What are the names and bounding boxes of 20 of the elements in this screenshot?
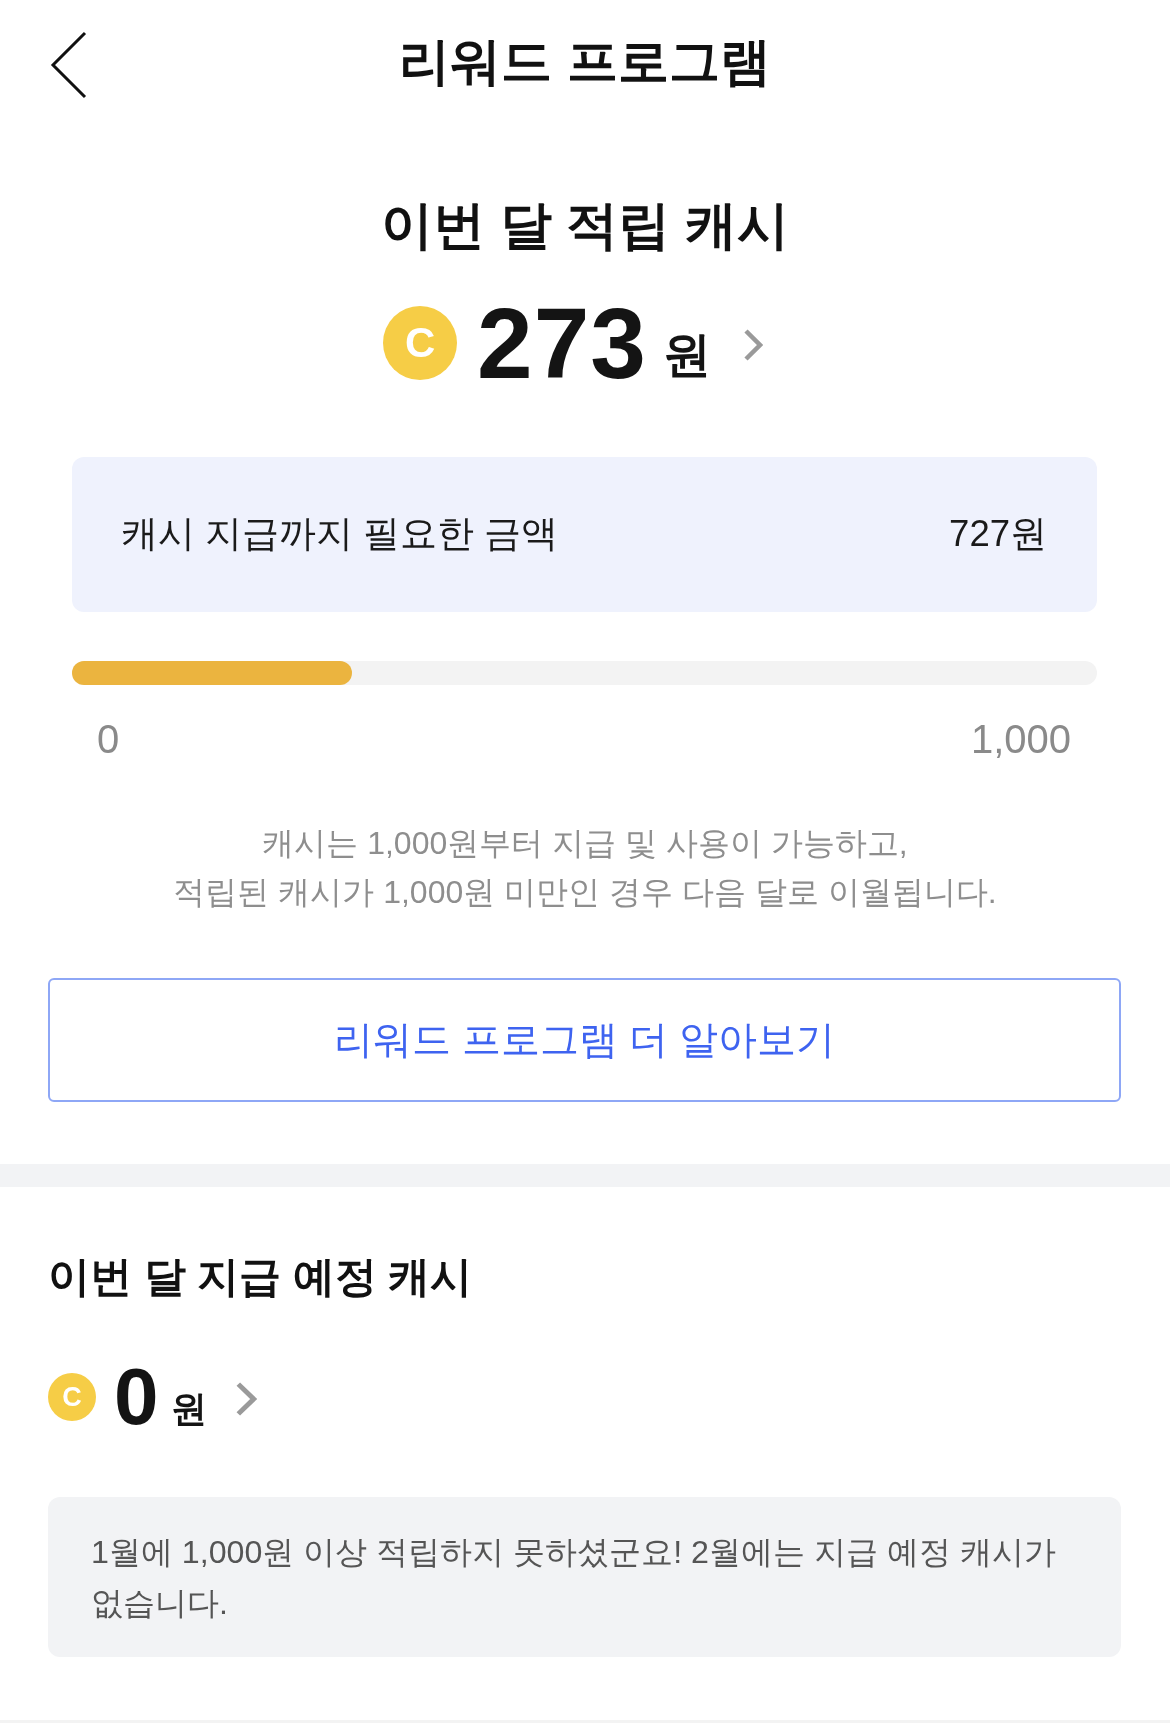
page-title: 리워드 프로그램 <box>399 32 771 92</box>
chevron-right-icon[interactable] <box>742 328 763 362</box>
scale-max-label: 1,000 <box>970 716 1071 763</box>
section-title: 이번 달 적립 캐시 <box>381 195 789 256</box>
currency-unit: 원 <box>662 331 711 379</box>
required-amount-label: 캐시 지급까지 필요한 금액 <box>121 512 559 556</box>
notice-text: 캐시는 1,000원부터 지급 및 사용이 가능하고, 적립된 캐시가 1,000원 미만인 경우 다음 달로 이월됩니다. <box>173 824 997 912</box>
back-icon <box>50 31 88 99</box>
back-button[interactable] <box>50 31 88 99</box>
required-amount-value: 727원 <box>949 512 1047 556</box>
scale-min-label: 0 <box>97 716 120 763</box>
learn-more-button[interactable]: 리워드 프로그램 더 알아보기 <box>48 978 1121 1102</box>
message-panel: 1월에 1,000원 이상 적립하지 못하셨군요! 2월에는 지급 예정 캐시가 없습니다. <box>48 1497 1121 1657</box>
coin-icon: C <box>383 306 458 380</box>
cash-amount: 0 <box>114 1357 159 1437</box>
chevron-right-icon[interactable] <box>234 1381 257 1417</box>
section-title: 이번 달 지급 예정 캐시 <box>48 1252 473 1302</box>
coin-icon: C <box>48 1373 96 1421</box>
currency-unit: 원 <box>170 1391 207 1427</box>
cash-amount: 273 <box>477 293 647 393</box>
